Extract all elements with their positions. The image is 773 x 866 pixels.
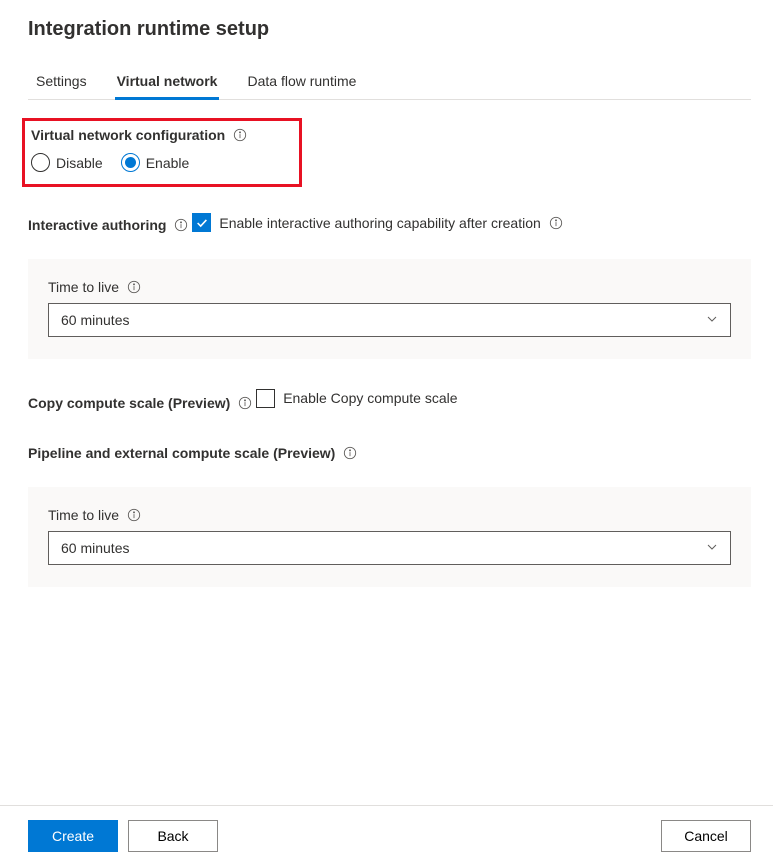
- copy-compute-checkbox-label: Enable Copy compute scale: [283, 390, 457, 406]
- pipeline-section: Pipeline and external compute scale (Pre…: [28, 445, 751, 587]
- radio-enable-label: Enable: [146, 155, 190, 171]
- interactive-label-text: Interactive authoring: [28, 217, 166, 233]
- radio-disable[interactable]: Disable: [31, 153, 103, 172]
- chevron-down-icon: [706, 312, 718, 328]
- vnet-radio-group: Disable Enable: [31, 153, 285, 172]
- copy-compute-section: Copy compute scale (Preview) Enable Copy…: [28, 383, 751, 421]
- tab-settings[interactable]: Settings: [36, 65, 87, 99]
- info-icon[interactable]: [233, 128, 247, 142]
- radio-disable-label: Disable: [56, 155, 103, 171]
- pipeline-ttl-select[interactable]: 60 minutes: [48, 531, 731, 565]
- tab-virtual-network[interactable]: Virtual network: [117, 65, 218, 99]
- interactive-checkbox-label: Enable interactive authoring capability …: [219, 215, 540, 231]
- pipeline-ttl-label: Time to live: [48, 507, 141, 523]
- copy-compute-checkbox-row: Enable Copy compute scale: [256, 389, 457, 408]
- copy-compute-label-text: Copy compute scale (Preview): [28, 395, 230, 411]
- footer: Create Back Cancel: [0, 805, 773, 866]
- info-icon[interactable]: [127, 280, 141, 294]
- copy-compute-label: Copy compute scale (Preview): [28, 395, 252, 411]
- page-title: Integration runtime setup: [28, 18, 751, 41]
- interactive-ttl-panel: Time to live 60 minutes: [28, 259, 751, 359]
- create-button[interactable]: Create: [28, 820, 118, 852]
- radio-circle-icon: [121, 153, 140, 172]
- pipeline-ttl-value: 60 minutes: [61, 540, 129, 556]
- vnet-config-label-text: Virtual network configuration: [31, 127, 225, 143]
- tabs: Settings Virtual network Data flow runti…: [28, 65, 751, 100]
- info-icon[interactable]: [127, 508, 141, 522]
- pipeline-label-text: Pipeline and external compute scale (Pre…: [28, 445, 335, 461]
- chevron-down-icon: [706, 540, 718, 556]
- vnet-config-label: Virtual network configuration: [31, 127, 247, 143]
- radio-enable[interactable]: Enable: [121, 153, 190, 172]
- interactive-checkbox-row: Enable interactive authoring capability …: [192, 213, 562, 232]
- pipeline-ttl-panel: Time to live 60 minutes: [28, 487, 751, 587]
- interactive-label: Interactive authoring: [28, 217, 188, 233]
- info-icon[interactable]: [343, 446, 357, 460]
- pipeline-ttl-label-text: Time to live: [48, 507, 119, 523]
- vnet-config-highlight: Virtual network configuration Disable En…: [22, 118, 302, 187]
- tab-data-flow-runtime[interactable]: Data flow runtime: [247, 65, 356, 99]
- interactive-authoring-section: Interactive authoring Enable interactive…: [28, 207, 751, 359]
- copy-compute-checkbox[interactable]: [256, 389, 275, 408]
- interactive-ttl-select[interactable]: 60 minutes: [48, 303, 731, 337]
- info-icon[interactable]: [174, 218, 188, 232]
- interactive-ttl-label-text: Time to live: [48, 279, 119, 295]
- back-button[interactable]: Back: [128, 820, 218, 852]
- radio-circle-icon: [31, 153, 50, 172]
- interactive-ttl-label: Time to live: [48, 279, 141, 295]
- info-icon[interactable]: [238, 396, 252, 410]
- cancel-button[interactable]: Cancel: [661, 820, 751, 852]
- pipeline-label: Pipeline and external compute scale (Pre…: [28, 445, 357, 461]
- interactive-ttl-value: 60 minutes: [61, 312, 129, 328]
- info-icon[interactable]: [549, 216, 563, 230]
- interactive-checkbox[interactable]: [192, 213, 211, 232]
